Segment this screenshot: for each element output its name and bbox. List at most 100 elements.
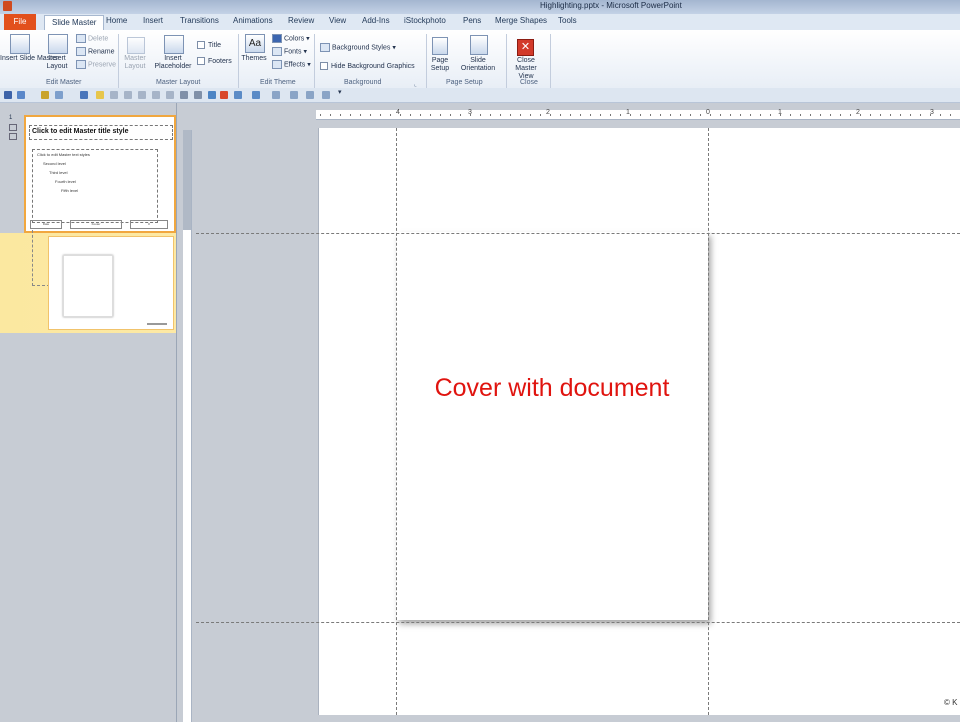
footers-checkbox[interactable]: Footers	[197, 57, 232, 65]
ruler-tick	[920, 114, 921, 116]
tab-transitions[interactable]: Transitions	[180, 16, 219, 25]
customize-toolbar-icon[interactable]: ▾	[338, 88, 346, 96]
tab-animations[interactable]: Animations	[233, 16, 273, 25]
page-setup-button[interactable]: Page Setup	[428, 57, 452, 73]
ruler-tick	[950, 114, 951, 116]
ruler-tick	[690, 114, 691, 116]
spacing-icon[interactable]	[272, 91, 280, 99]
table-icon[interactable]	[208, 91, 216, 99]
window-title: Highlighting.pptx - Microsoft PowerPoint	[540, 1, 682, 10]
ruler-tick	[610, 114, 611, 116]
ruler-tick	[720, 114, 721, 116]
footers-check-box[interactable]	[197, 57, 205, 65]
ruler-tick	[600, 114, 601, 116]
horizontal-ruler[interactable]: 4 3 2 1 0 1 2 3	[316, 109, 960, 120]
tab-merge-shapes[interactable]: Merge Shapes	[495, 16, 547, 25]
ruler-tick	[580, 114, 581, 116]
insert-slide-master-button[interactable]: Insert Slide Master	[0, 55, 58, 63]
ruler-number: 1	[626, 109, 630, 116]
preserve-icon	[76, 60, 86, 69]
tab-istockphoto[interactable]: iStockphoto	[404, 16, 446, 25]
format-painter-icon[interactable]	[306, 91, 314, 99]
ruler-tick	[630, 114, 631, 116]
slide-text[interactable]: Cover with document	[396, 374, 708, 403]
background-styles-button[interactable]: Background Styles ▾	[320, 43, 396, 52]
themes-button[interactable]: Themes	[240, 55, 268, 63]
horizontal-guide[interactable]	[196, 622, 960, 623]
ruler-tick	[800, 114, 801, 116]
fonts-button[interactable]: Fonts ▾	[272, 47, 307, 56]
align-icon[interactable]	[80, 91, 88, 99]
undo-icon[interactable]	[17, 91, 25, 99]
tab-insert[interactable]: Insert	[143, 16, 163, 25]
ruler-tick	[740, 114, 741, 116]
hide-background-check-box[interactable]	[320, 62, 328, 70]
group-background: Background	[344, 79, 382, 86]
picture-icon[interactable]	[220, 91, 228, 99]
ruler-number: 4	[396, 109, 400, 116]
slide-number: 1	[9, 115, 13, 121]
highlight-icon[interactable]	[96, 91, 104, 99]
tab-pens[interactable]: Pens	[463, 16, 481, 25]
thumbnail-footer-mark	[147, 323, 167, 325]
layout-thumbnail[interactable]	[48, 236, 174, 330]
insert-layout-button[interactable]: Insert Layout	[42, 55, 72, 71]
title-check-box[interactable]	[197, 41, 205, 49]
group-edit-theme: Edit Theme	[260, 79, 296, 86]
ruler-tick	[490, 114, 491, 116]
flip-icon[interactable]	[166, 91, 174, 99]
tab-file[interactable]: File	[4, 14, 36, 30]
colors-label: Colors	[284, 35, 305, 43]
arrange-icon[interactable]	[55, 91, 63, 99]
master-title-placeholder: Click to edit Master title style	[29, 125, 173, 140]
ruler-tick	[440, 114, 441, 116]
ruler-number: 0	[706, 109, 710, 116]
colors-button[interactable]: Colors ▾	[272, 34, 310, 43]
title-checkbox[interactable]: Title	[197, 41, 221, 49]
insert-placeholder-button[interactable]: Insert Placeholder	[150, 55, 196, 71]
bullets-icon[interactable]	[234, 91, 242, 99]
shape-icon[interactable]	[41, 91, 49, 99]
preserve-button[interactable]: Preserve	[76, 60, 116, 69]
bring-forward-icon[interactable]	[138, 91, 146, 99]
superscript-icon[interactable]	[180, 91, 188, 99]
close-master-view-button[interactable]: Close Master View	[508, 57, 544, 81]
ruler-tick	[770, 114, 771, 116]
rename-button[interactable]: Rename	[76, 47, 114, 56]
ungroup-icon[interactable]	[124, 91, 132, 99]
tab-review[interactable]: Review	[288, 16, 314, 25]
slide-number-placeholder: #	[130, 220, 168, 229]
effects-button[interactable]: Effects ▾	[272, 60, 311, 69]
numbering-icon[interactable]	[252, 91, 260, 99]
tab-slide-master[interactable]: Slide Master	[44, 15, 105, 31]
document-rectangle[interactable]: Cover with document	[396, 232, 708, 620]
hide-background-graphics-checkbox[interactable]: Hide Background Graphics	[320, 62, 415, 70]
send-backward-icon[interactable]	[152, 91, 160, 99]
view-icon[interactable]	[322, 91, 330, 99]
transition-icon	[9, 133, 17, 140]
tab-tools[interactable]: Tools	[558, 16, 577, 25]
subscript-icon[interactable]	[194, 91, 202, 99]
powerpoint-app-icon[interactable]	[3, 1, 12, 11]
vertical-ruler[interactable]	[183, 130, 192, 722]
tab-add-ins[interactable]: Add-Ins	[362, 16, 390, 25]
group-icon[interactable]	[110, 91, 118, 99]
vertical-guide[interactable]	[708, 128, 709, 715]
slide-orientation-button[interactable]: Slide Orientation	[454, 57, 502, 73]
horizontal-guide[interactable]	[196, 233, 960, 234]
dialog-launcher-icon[interactable]: ⌞	[414, 81, 417, 88]
vertical-guide[interactable]	[396, 128, 397, 715]
slide-master-thumbnail[interactable]: Click to edit Master title style Click t…	[24, 115, 176, 233]
pen-icon[interactable]	[290, 91, 298, 99]
ruler-tick	[710, 114, 711, 116]
insert-slide-master-icon	[10, 34, 30, 54]
master-layout-button[interactable]: Master Layout	[121, 55, 149, 71]
tab-view[interactable]: View	[329, 16, 346, 25]
page-setup-icon	[432, 37, 448, 55]
save-icon[interactable]	[4, 91, 12, 99]
delete-button[interactable]: Delete	[76, 34, 108, 43]
ruler-tick	[880, 114, 881, 116]
delete-label: Delete	[88, 35, 109, 43]
ruler-tick	[850, 114, 851, 116]
tab-home[interactable]: Home	[106, 16, 127, 25]
